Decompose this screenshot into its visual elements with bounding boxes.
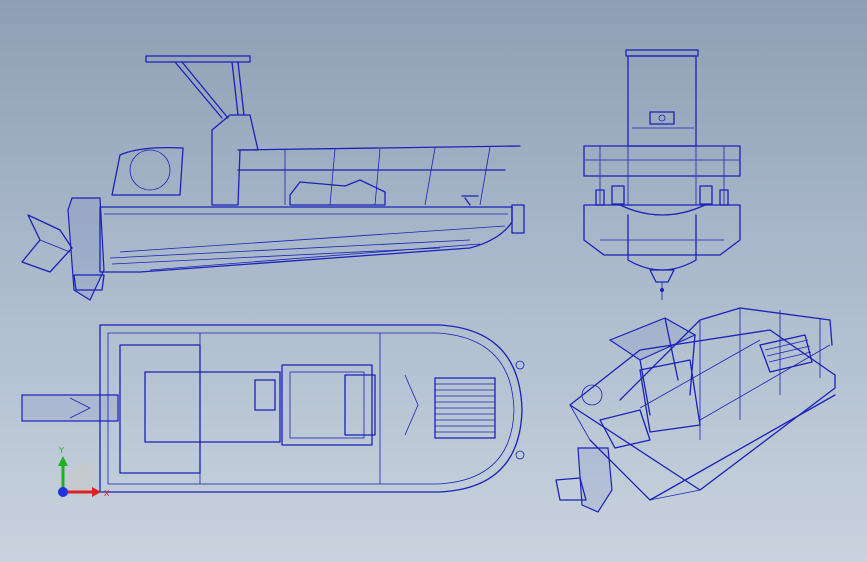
y-axis-label: Y: [58, 446, 64, 455]
cad-drawing-canvas[interactable]: Y X: [0, 0, 867, 562]
x-axis-label: X: [104, 489, 110, 498]
top-view[interactable]: [21, 324, 525, 493]
axis-triad: Y X: [58, 446, 110, 498]
isometric-view[interactable]: [555, 307, 836, 513]
side-view[interactable]: [21, 55, 525, 301]
front-view[interactable]: [583, 49, 741, 300]
